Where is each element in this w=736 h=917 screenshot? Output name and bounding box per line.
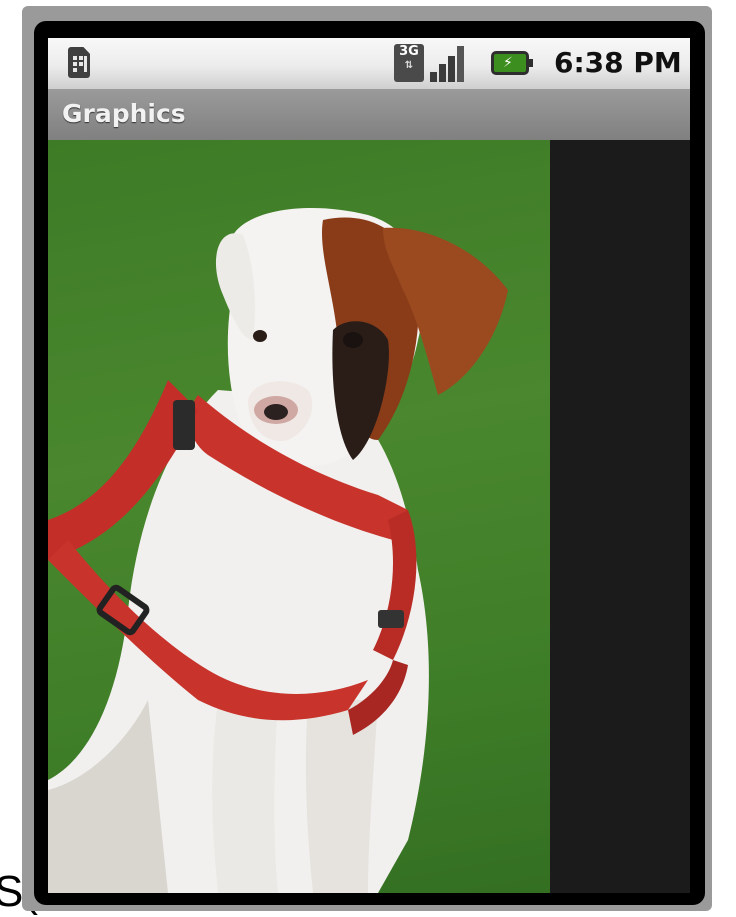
app-title-bar: Graphics: [48, 90, 690, 140]
app-title: Graphics: [62, 99, 186, 128]
network-activity-arrows: ⇅: [404, 60, 414, 71]
device-screen: 3G ⇅ ⚡ 6:38 PM Graphics: [48, 38, 690, 893]
status-clock: 6:38 PM: [554, 46, 682, 79]
sim-card-icon: [68, 47, 90, 78]
network-3g-icon: 3G ⇅: [394, 44, 424, 82]
signal-strength-icon: [428, 44, 468, 82]
network-label: 3G: [399, 44, 419, 59]
puppy-illustration: [48, 140, 550, 893]
battery-charging-icon: ⚡: [491, 51, 533, 75]
status-bar: 3G ⇅ ⚡ 6:38 PM: [48, 38, 690, 90]
dog-photo: [48, 140, 550, 893]
